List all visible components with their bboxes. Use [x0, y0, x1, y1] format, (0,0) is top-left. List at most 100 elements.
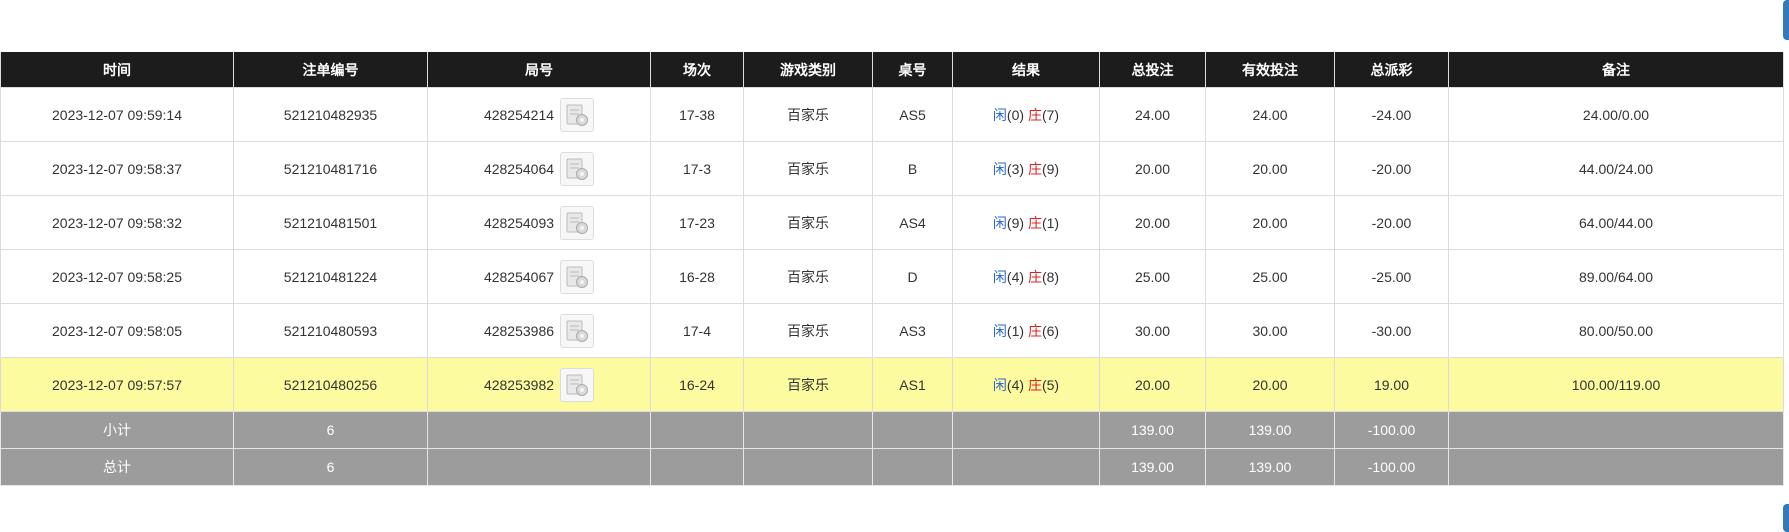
table-row-highlighted: 2023-12-07 09:57:57 521210480256 4282539…	[0, 357, 1784, 412]
subtotal-payout: -100.00	[1334, 411, 1449, 449]
header-note: 备注	[1448, 52, 1784, 88]
banker-score: (6)	[1041, 322, 1060, 339]
player-label: 闲	[992, 160, 1007, 177]
player-label: 闲	[992, 268, 1007, 285]
banker-score: (7)	[1041, 106, 1060, 123]
header-payout: 总派彩	[1334, 52, 1449, 88]
cell-note: 64.00/44.00	[1448, 195, 1784, 250]
cell-game: 百家乐	[743, 249, 873, 304]
table-row: 2023-12-07 09:58:05 521210480593 4282539…	[0, 303, 1784, 358]
cell-bet-id: 521210480593	[233, 303, 428, 358]
cell-session: 17-3	[650, 141, 744, 196]
cell-game: 百家乐	[743, 357, 873, 412]
banker-label: 庄	[1027, 322, 1042, 339]
total-row: 总计 6 139.00 139.00 -100.00	[0, 448, 1784, 486]
table-row: 2023-12-07 09:58:32 521210481501 4282540…	[0, 195, 1784, 250]
round-detail-icon[interactable]	[560, 205, 595, 240]
banker-label: 庄	[1027, 106, 1042, 123]
cell-payout: -25.00	[1334, 249, 1449, 304]
cell-payout: -20.00	[1334, 195, 1449, 250]
player-label: 闲	[992, 214, 1007, 231]
cell-round-id: 428253982	[427, 357, 651, 412]
round-detail-icon[interactable]	[560, 367, 595, 402]
cell-valid-bet: 20.00	[1205, 195, 1335, 250]
round-id-text: 428253986	[483, 322, 555, 339]
cell-time: 2023-12-07 09:59:14	[0, 87, 234, 142]
total-payout: -100.00	[1334, 448, 1449, 486]
cell-bet-id: 521210481501	[233, 195, 428, 250]
header-bet-id: 注单编号	[233, 52, 428, 88]
round-id-text: 428254067	[483, 268, 555, 285]
cell-game: 百家乐	[743, 195, 873, 250]
player-label: 闲	[992, 106, 1007, 123]
cell-note: 89.00/64.00	[1448, 249, 1784, 304]
cell-bet-id: 521210481716	[233, 141, 428, 196]
round-id-text: 428254064	[483, 160, 555, 177]
cell-time: 2023-12-07 09:58:37	[0, 141, 234, 196]
cell-game: 百家乐	[743, 303, 873, 358]
cell-session: 16-24	[650, 357, 744, 412]
cell-valid-bet: 30.00	[1205, 303, 1335, 358]
cell-game: 百家乐	[743, 141, 873, 196]
header-result: 结果	[952, 52, 1100, 88]
cell-round-id: 428254214	[427, 87, 651, 142]
cell-table-no: AS4	[872, 195, 953, 250]
cell-time: 2023-12-07 09:57:57	[0, 357, 234, 412]
cell-total-bet: 24.00	[1099, 87, 1206, 142]
cell-table-no: B	[872, 141, 953, 196]
banker-label: 庄	[1027, 376, 1042, 393]
cell-valid-bet: 20.00	[1205, 141, 1335, 196]
subtotal-label: 小计	[0, 411, 234, 449]
header-total-bet: 总投注	[1099, 52, 1206, 88]
cell-round-id: 428254064	[427, 141, 651, 196]
table-header-row: 时间 注单编号 局号 场次 游戏类别 桌号 结果 总投注 有效投注 总派彩 备注	[0, 52, 1784, 88]
cell-payout: -20.00	[1334, 141, 1449, 196]
player-score: (4)	[1006, 268, 1025, 285]
header-round-id: 局号	[427, 52, 651, 88]
cell-result: 闲(4) 庄(8)	[952, 249, 1100, 304]
player-label: 闲	[992, 376, 1007, 393]
cell-note: 80.00/50.00	[1448, 303, 1784, 358]
cell-note: 100.00/119.00	[1448, 357, 1784, 412]
cell-table-no: AS5	[872, 87, 953, 142]
banker-label: 庄	[1027, 214, 1042, 231]
cell-valid-bet: 24.00	[1205, 87, 1335, 142]
banker-score: (8)	[1041, 268, 1060, 285]
cell-session: 17-38	[650, 87, 744, 142]
cell-session: 17-23	[650, 195, 744, 250]
cell-total-bet: 20.00	[1099, 357, 1206, 412]
cell-bet-id: 521210482935	[233, 87, 428, 142]
round-id-text: 428254093	[483, 214, 555, 231]
cell-valid-bet: 25.00	[1205, 249, 1335, 304]
bet-records-table: 时间 注单编号 局号 场次 游戏类别 桌号 结果 总投注 有效投注 总派彩 备注…	[0, 52, 1784, 486]
table-row: 2023-12-07 09:58:37 521210481716 4282540…	[0, 141, 1784, 196]
top-right-button[interactable]	[1783, 0, 1789, 40]
banker-score: (1)	[1041, 214, 1060, 231]
cell-total-bet: 20.00	[1099, 141, 1206, 196]
cell-result: 闲(9) 庄(1)	[952, 195, 1100, 250]
round-id-text: 428253982	[483, 376, 555, 393]
subtotal-valid-bet: 139.00	[1205, 411, 1335, 449]
round-detail-icon[interactable]	[560, 97, 595, 132]
round-detail-icon[interactable]	[560, 259, 595, 294]
cell-round-id: 428254067	[427, 249, 651, 304]
cell-session: 17-4	[650, 303, 744, 358]
cell-time: 2023-12-07 09:58:25	[0, 249, 234, 304]
round-detail-icon[interactable]	[560, 313, 595, 348]
cell-round-id: 428253986	[427, 303, 651, 358]
banker-label: 庄	[1027, 160, 1042, 177]
bottom-right-button[interactable]	[1783, 504, 1789, 532]
table-row: 2023-12-07 09:58:25 521210481224 4282540…	[0, 249, 1784, 304]
cell-payout: 19.00	[1334, 357, 1449, 412]
header-table-no: 桌号	[872, 52, 953, 88]
cell-payout: -30.00	[1334, 303, 1449, 358]
round-detail-icon[interactable]	[560, 151, 595, 186]
round-id-text: 428254214	[483, 106, 555, 123]
player-score: (1)	[1006, 322, 1025, 339]
header-session: 场次	[650, 52, 744, 88]
total-label: 总计	[0, 448, 234, 486]
player-score: (3)	[1006, 160, 1025, 177]
cell-total-bet: 20.00	[1099, 195, 1206, 250]
header-time: 时间	[0, 52, 234, 88]
cell-table-no: AS3	[872, 303, 953, 358]
